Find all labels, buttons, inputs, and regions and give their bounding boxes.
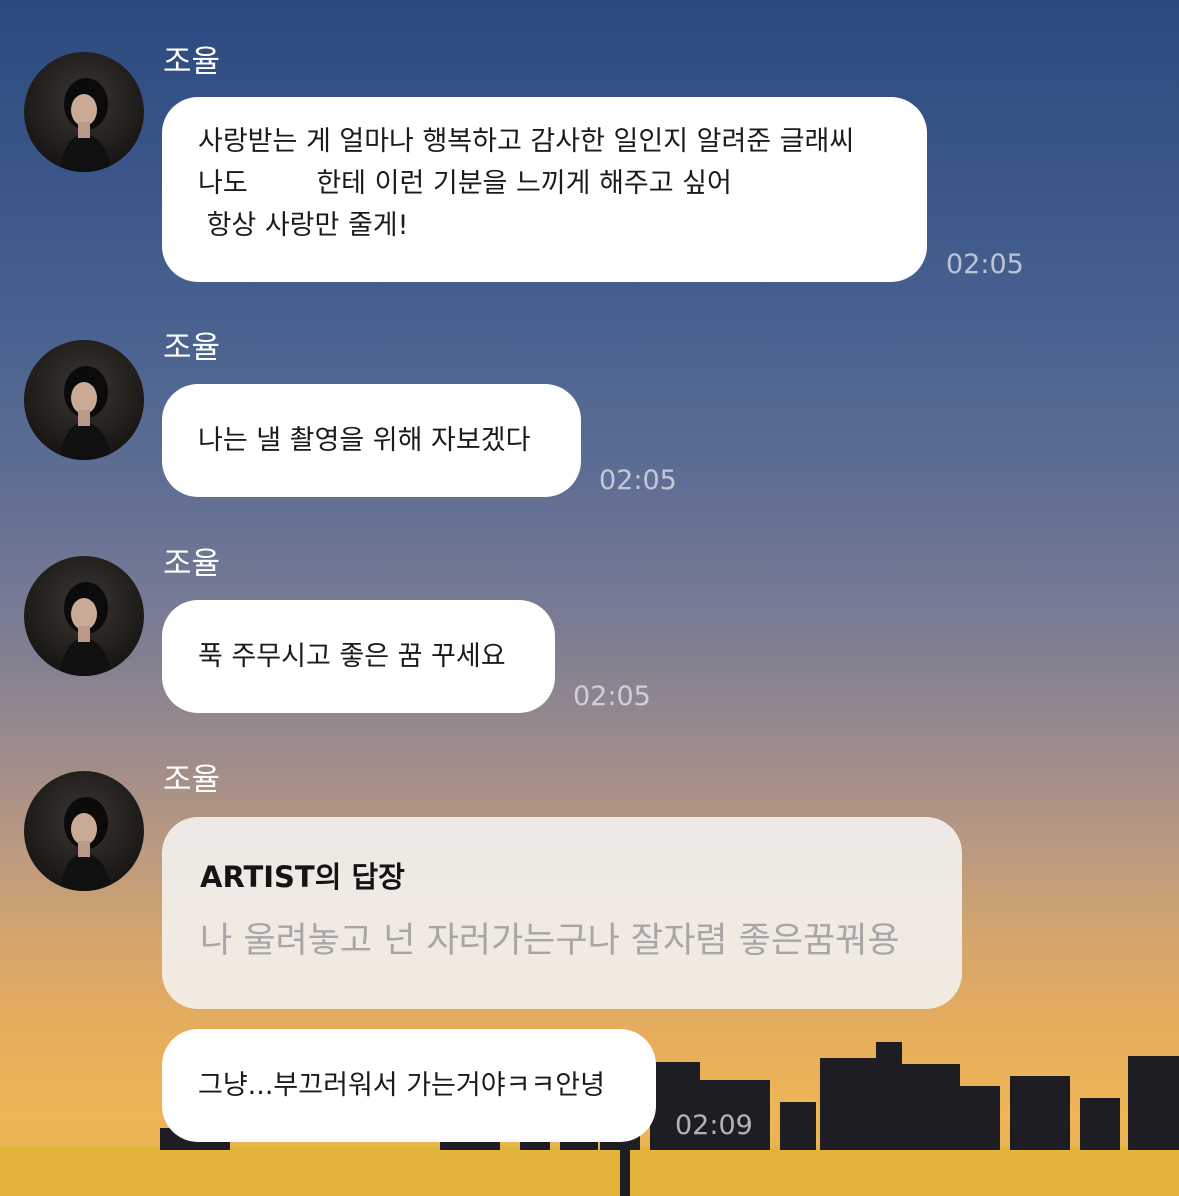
message-text-line: 나도 한테 이런 기분을 느끼게 해주고 싶어: [198, 168, 732, 199]
reply-title: ARTIST의 답장: [200, 860, 405, 894]
message-text-line: 나는 낼 촬영을 위해 자보겠다: [198, 425, 531, 456]
message-text-line: 그냥...부끄러워서 가는거야ㅋㅋ안녕: [198, 1070, 605, 1101]
message-text-line: 사랑받는 게 얼마나 행복하고 감사한 일인지 알려준 글래씨: [198, 126, 855, 157]
reply-quoted-text: 나 울려놓고 넌 자러가는구나 잘자렴 좋은꿈꿔용: [200, 921, 900, 961]
avatar[interactable]: [24, 52, 144, 172]
sender-name: 조율: [163, 546, 221, 582]
sender-name: 조율: [163, 44, 221, 80]
profile-photo-icon: [60, 582, 112, 676]
chat-screen: { "messages": [ { "sender": "조율", "lines…: [0, 0, 1179, 1196]
message-timestamp: 02:09: [675, 1110, 753, 1141]
message-timestamp: 02:05: [599, 465, 677, 496]
message-text-line: 항상 사랑만 줄게!: [198, 210, 409, 241]
message-bubble[interactable]: 사랑받는 게 얼마나 행복하고 감사한 일인지 알려준 글래씨 나도 한테 이런…: [162, 97, 927, 282]
profile-photo-icon: [60, 366, 112, 460]
message-bubble[interactable]: 푹 주무시고 좋은 꿈 꾸세요: [162, 600, 555, 713]
profile-photo-icon: [60, 78, 112, 172]
message-text-line: 푹 주무시고 좋은 꿈 꾸세요: [198, 641, 506, 672]
message-bubble[interactable]: 그냥...부끄러워서 가는거야ㅋㅋ안녕: [162, 1029, 656, 1142]
sender-name: 조율: [163, 762, 221, 798]
message-timestamp: 02:05: [946, 249, 1024, 280]
avatar[interactable]: [24, 771, 144, 891]
avatar[interactable]: [24, 340, 144, 460]
message-bubble[interactable]: 나는 낼 촬영을 위해 자보겠다: [162, 384, 581, 497]
profile-photo-icon: [60, 797, 112, 891]
quoted-reply[interactable]: ARTIST의 답장 나 울려놓고 넌 자러가는구나 잘자렴 좋은꿈꿔용: [162, 817, 962, 1009]
avatar[interactable]: [24, 556, 144, 676]
sender-name: 조율: [163, 330, 221, 366]
message-timestamp: 02:05: [573, 681, 651, 712]
